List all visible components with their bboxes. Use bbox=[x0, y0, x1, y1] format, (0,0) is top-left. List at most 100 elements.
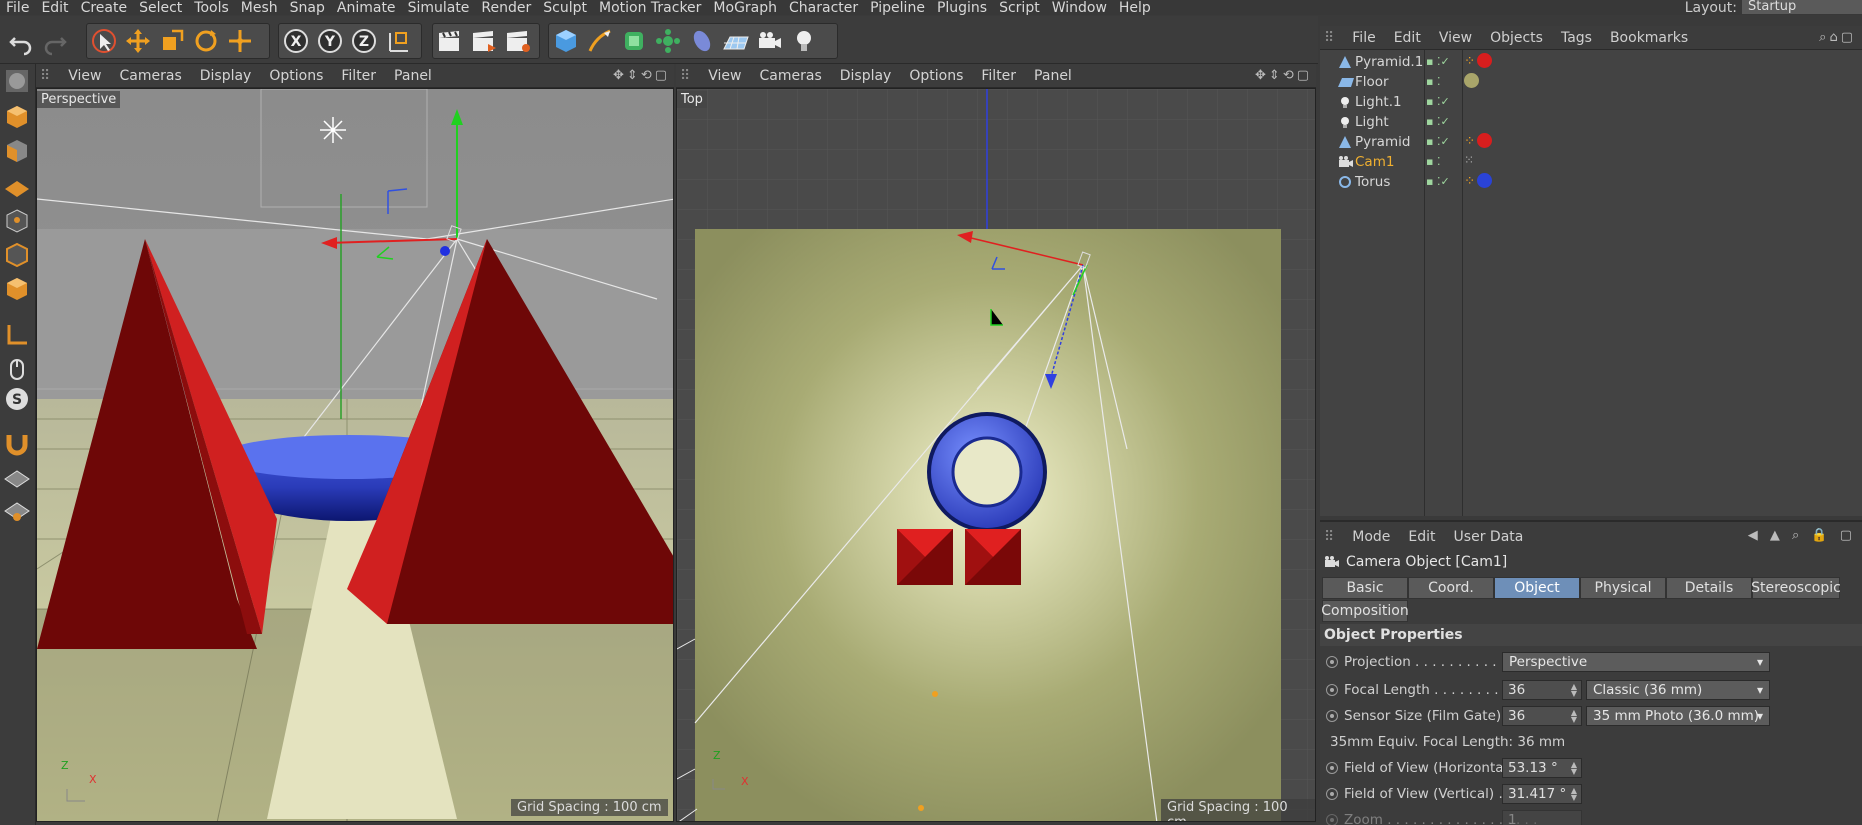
undo-button[interactable] bbox=[4, 25, 38, 59]
render-picture-viewer-button[interactable] bbox=[467, 24, 501, 58]
y-axis-lock-button[interactable]: Y bbox=[313, 24, 347, 58]
deformer-button[interactable] bbox=[685, 24, 719, 58]
redo-button[interactable] bbox=[38, 25, 72, 59]
light-button[interactable] bbox=[787, 24, 821, 58]
cube-button[interactable] bbox=[549, 24, 583, 58]
vp-menu-display[interactable]: Display bbox=[191, 68, 261, 84]
sensor-size-field[interactable]: 36 ▲ ▼ bbox=[1502, 706, 1582, 726]
render-settings-button[interactable] bbox=[501, 24, 535, 58]
rotate-button[interactable] bbox=[189, 24, 223, 58]
viewport-nav-icons[interactable]: ✥⇕⟲▢ bbox=[1255, 68, 1312, 83]
move-button[interactable] bbox=[121, 24, 155, 58]
object-row-pyramid[interactable]: Pyramid ▪ ⁚✓ ⁘ bbox=[1320, 132, 1862, 152]
perspective-viewport[interactable]: Perspective Z X Grid Spacing : 100 cm bbox=[36, 88, 674, 822]
am-menu-mode[interactable]: Mode bbox=[1343, 529, 1399, 545]
drag-handle-icon[interactable]: ⠿ bbox=[676, 68, 699, 84]
vp-menu-view[interactable]: View bbox=[699, 68, 750, 84]
z-axis-lock-button[interactable]: Z bbox=[347, 24, 381, 58]
texture-mode-button[interactable] bbox=[2, 136, 32, 166]
menu-help[interactable]: Help bbox=[1113, 1, 1157, 15]
object-row-cam1[interactable]: Cam1 ▪ ⁚ ⁙ bbox=[1320, 152, 1862, 172]
stepper-arrows-icon[interactable]: ▲ ▼ bbox=[1571, 787, 1577, 802]
workplane-mode-button[interactable] bbox=[2, 170, 32, 200]
points-mode-button[interactable] bbox=[2, 206, 32, 236]
om-menu-tags[interactable]: Tags bbox=[1552, 30, 1601, 46]
visibility-flags[interactable]: ▪ ⁚ bbox=[1426, 75, 1440, 88]
om-menu-edit[interactable]: Edit bbox=[1385, 30, 1430, 46]
vp-menu-view[interactable]: View bbox=[59, 68, 110, 84]
object-tags[interactable]: ⁘ bbox=[1464, 173, 1493, 189]
projection-dropdown[interactable]: Perspective bbox=[1502, 652, 1770, 672]
visibility-flags[interactable]: ▪ ⁚✓ bbox=[1426, 175, 1450, 188]
snap-button[interactable]: S bbox=[2, 384, 32, 414]
stepper-arrows-icon[interactable]: ▲ ▼ bbox=[1571, 683, 1577, 698]
fov-vertical-field[interactable]: 31.417 ° ▲ ▼ bbox=[1502, 784, 1582, 804]
menu-animate[interactable]: Animate bbox=[331, 1, 402, 15]
axis-mode-button[interactable] bbox=[2, 320, 32, 350]
menu-mograph[interactable]: MoGraph bbox=[707, 1, 783, 15]
focal-length-preset-dropdown[interactable]: Classic (36 mm) bbox=[1586, 680, 1770, 700]
edges-mode-button[interactable] bbox=[2, 240, 32, 270]
object-row-torus[interactable]: Torus ▪ ⁚✓ ⁘ bbox=[1320, 172, 1862, 192]
sculpt-mode-button[interactable] bbox=[2, 66, 32, 96]
visibility-flags[interactable]: ▪ ⁚✓ bbox=[1426, 55, 1450, 68]
visibility-flags[interactable]: ▪ ⁚✓ bbox=[1426, 95, 1450, 108]
polygons-mode-button[interactable] bbox=[2, 274, 32, 304]
tab-stereoscopic[interactable]: Stereoscopic bbox=[1751, 577, 1841, 599]
vp-menu-filter[interactable]: Filter bbox=[972, 68, 1025, 84]
menu-plugins[interactable]: Plugins bbox=[931, 1, 993, 15]
menu-render[interactable]: Render bbox=[475, 1, 537, 15]
tab-object[interactable]: Object bbox=[1494, 577, 1580, 599]
menu-sculpt[interactable]: Sculpt bbox=[537, 1, 593, 15]
vp-menu-panel[interactable]: Panel bbox=[1025, 68, 1081, 84]
tab-details[interactable]: Details bbox=[1666, 577, 1752, 599]
menu-script[interactable]: Script bbox=[993, 1, 1046, 15]
om-search-home-icons[interactable]: ⌕⌂▢ bbox=[1819, 30, 1856, 45]
coordinate-system-button[interactable] bbox=[381, 24, 415, 58]
object-row-light-1[interactable]: Light.1 ▪ ⁚✓ bbox=[1320, 92, 1862, 112]
magnet-button[interactable] bbox=[2, 428, 32, 458]
animate-radio[interactable] bbox=[1326, 656, 1338, 668]
camera-button[interactable] bbox=[753, 24, 787, 58]
tweak-mode-button[interactable] bbox=[2, 354, 32, 384]
visibility-flags[interactable]: ▪ ⁚✓ bbox=[1426, 115, 1450, 128]
drag-handle-icon[interactable]: ⠿ bbox=[36, 68, 59, 84]
menu-select[interactable]: Select bbox=[133, 1, 188, 15]
x-axis-lock-button[interactable]: X bbox=[279, 24, 313, 58]
object-tags[interactable] bbox=[1464, 73, 1479, 88]
subdivision-button[interactable] bbox=[617, 24, 651, 58]
floor-button[interactable] bbox=[719, 24, 753, 58]
viewport-nav-icons[interactable]: ✥⇕⟲▢ bbox=[613, 68, 670, 83]
top-viewport[interactable]: Top Z X Grid Spacing : 100 cm bbox=[676, 88, 1316, 822]
menu-window[interactable]: Window bbox=[1046, 1, 1113, 15]
object-tags[interactable]: ⁘ bbox=[1464, 53, 1493, 69]
am-nav-icons[interactable]: ◀ ▲ ⌕ 🔒 ▢ bbox=[1748, 528, 1856, 543]
menu-simulate[interactable]: Simulate bbox=[402, 1, 476, 15]
menu-tools[interactable]: Tools bbox=[188, 1, 235, 15]
menu-create[interactable]: Create bbox=[75, 1, 134, 15]
live-selection-button[interactable] bbox=[87, 24, 121, 58]
visibility-flags[interactable]: ▪ ⁚✓ bbox=[1426, 135, 1450, 148]
menu-mesh[interactable]: Mesh bbox=[235, 1, 284, 15]
stepper-arrows-icon[interactable]: ▲ ▼ bbox=[1571, 761, 1577, 776]
model-mode-button[interactable] bbox=[2, 102, 32, 132]
tab-basic[interactable]: Basic bbox=[1322, 577, 1408, 599]
animate-radio[interactable] bbox=[1326, 710, 1338, 722]
menu-motion-tracker[interactable]: Motion Tracker bbox=[593, 1, 707, 15]
planar-workplane-button[interactable] bbox=[2, 496, 32, 526]
vp-menu-panel[interactable]: Panel bbox=[385, 68, 441, 84]
vp-menu-filter[interactable]: Filter bbox=[332, 68, 385, 84]
object-row-light[interactable]: Light ▪ ⁚✓ bbox=[1320, 112, 1862, 132]
visibility-flags[interactable]: ▪ ⁚ bbox=[1426, 155, 1440, 168]
vp-menu-display[interactable]: Display bbox=[831, 68, 901, 84]
render-view-button[interactable] bbox=[433, 24, 467, 58]
vp-menu-cameras[interactable]: Cameras bbox=[111, 68, 191, 84]
object-row-pyramid-1[interactable]: Pyramid.1 ▪ ⁚✓ ⁘ bbox=[1320, 52, 1862, 72]
fov-horizontal-field[interactable]: 53.13 ° ▲ ▼ bbox=[1502, 758, 1582, 778]
sensor-size-preset-dropdown[interactable]: 35 mm Photo (36.0 mm) bbox=[1586, 706, 1770, 726]
om-menu-view[interactable]: View bbox=[1430, 30, 1481, 46]
menu-pipeline[interactable]: Pipeline bbox=[864, 1, 931, 15]
focal-length-field[interactable]: 36 ▲ ▼ bbox=[1502, 680, 1582, 700]
menu-file[interactable]: File bbox=[0, 1, 35, 15]
drag-handle-icon[interactable]: ⠿ bbox=[1320, 529, 1343, 545]
